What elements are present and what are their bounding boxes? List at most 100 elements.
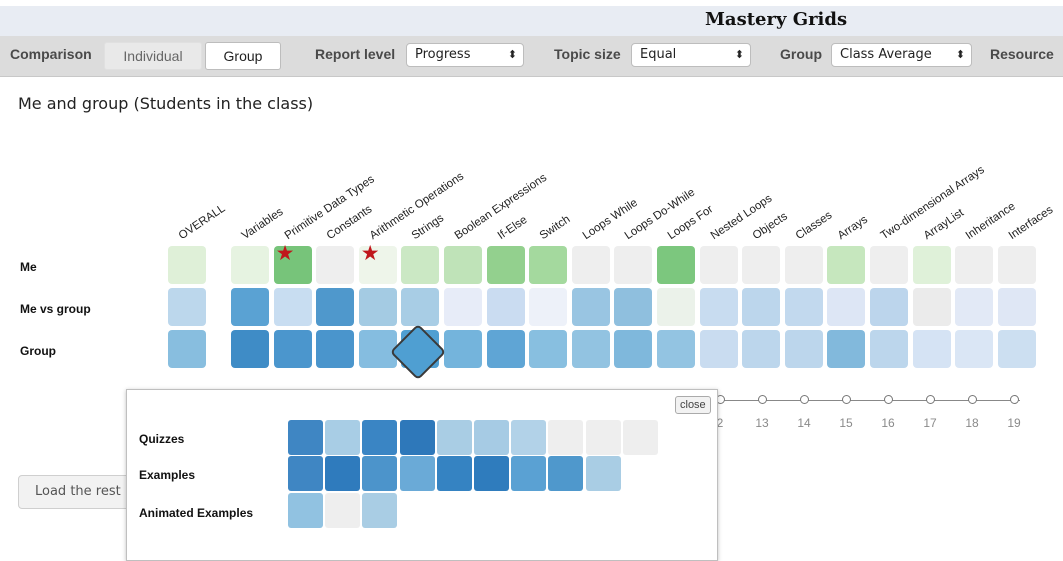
resource-cell[interactable] [325, 493, 361, 528]
resource-cell[interactable] [585, 456, 621, 491]
resource-popup: close Quizzes Examples Animated Examples [126, 389, 718, 561]
timeline-node[interactable] [842, 395, 851, 404]
comparison-individual-button[interactable]: Individual [104, 42, 202, 70]
grid-cell[interactable] [273, 330, 312, 368]
resource-cell[interactable] [399, 420, 435, 455]
resource-cell[interactable] [362, 420, 398, 455]
resource-cell[interactable] [362, 456, 398, 491]
row-label: Group [20, 344, 56, 358]
comparison-group-button[interactable]: Group [205, 42, 281, 70]
resource-cell[interactable] [436, 456, 472, 491]
resource-cell[interactable] [288, 420, 323, 455]
grid-cell[interactable] [231, 288, 269, 326]
grid-cell[interactable] [912, 288, 951, 326]
grid-cell[interactable] [614, 330, 653, 368]
resource-cell[interactable] [511, 456, 547, 491]
grid-cell[interactable] [486, 330, 525, 368]
grid-cell[interactable] [444, 246, 482, 284]
select-arrows-icon: ⬍ [734, 48, 744, 61]
popup-row-label: Examples [139, 468, 196, 482]
resource-cell[interactable] [436, 420, 472, 455]
grid-cell[interactable] [827, 288, 866, 326]
grid-cell[interactable] [870, 288, 908, 326]
grid-cell[interactable] [273, 288, 312, 326]
grid-cell[interactable] [870, 330, 908, 368]
grid-cell[interactable] [955, 330, 994, 368]
grid-cell[interactable] [997, 246, 1036, 284]
grid-cell[interactable] [571, 288, 610, 326]
timeline-node[interactable] [800, 395, 809, 404]
grid-cell[interactable] [827, 246, 866, 284]
grid-cell[interactable] [401, 246, 440, 284]
grid-cell[interactable] [784, 288, 823, 326]
grid-cell[interactable] [231, 330, 269, 368]
grid-cell[interactable] [614, 246, 653, 284]
resource-cell[interactable] [548, 456, 584, 491]
grid-cell[interactable] [231, 246, 269, 284]
grid-cell[interactable] [912, 330, 951, 368]
topic-size-select[interactable]: Equal ⬍ [631, 43, 751, 67]
grid-cell[interactable] [529, 246, 568, 284]
grid-cell[interactable] [168, 246, 206, 284]
timeline-node[interactable] [968, 395, 977, 404]
grid-cell[interactable] [444, 288, 482, 326]
resource-cell[interactable] [399, 456, 435, 491]
resource-cell[interactable] [511, 420, 547, 455]
grid-cell[interactable] [486, 246, 525, 284]
resource-cell[interactable] [288, 493, 323, 528]
resource-cell[interactable] [325, 456, 361, 491]
timeline-node[interactable] [926, 395, 935, 404]
grid-cell[interactable] [827, 330, 866, 368]
grid-cell[interactable] [742, 246, 781, 284]
popup-row-label: Animated Examples [139, 506, 254, 520]
resource-cell[interactable] [325, 420, 361, 455]
grid-cell[interactable] [571, 246, 610, 284]
grid-cell[interactable] [657, 246, 695, 284]
resource-cell[interactable] [362, 493, 398, 528]
grid-cell[interactable] [742, 330, 781, 368]
grid-cell[interactable] [444, 330, 482, 368]
grid-cell[interactable] [955, 246, 994, 284]
grid-cell[interactable] [316, 288, 355, 326]
grid-cell[interactable] [486, 288, 525, 326]
report-level-value: Progress [415, 47, 471, 62]
column-header: OVERALL [176, 202, 228, 243]
grid-cell[interactable] [571, 330, 610, 368]
group-select[interactable]: Class Average ⬍ [831, 43, 972, 67]
grid-cell[interactable] [657, 288, 695, 326]
resource-cell[interactable] [288, 456, 323, 491]
resources-label: Resource [990, 46, 1054, 62]
close-button[interactable]: close [675, 396, 711, 414]
grid-cell[interactable] [168, 288, 206, 326]
grid-cell[interactable] [168, 330, 206, 368]
grid-cell[interactable] [316, 246, 355, 284]
grid-cell[interactable] [955, 288, 994, 326]
resource-cell[interactable] [548, 420, 584, 455]
timeline-node[interactable] [758, 395, 767, 404]
grid-cell[interactable] [997, 288, 1036, 326]
grid-cell[interactable] [699, 288, 738, 326]
grid-cell[interactable] [529, 288, 568, 326]
resource-cell[interactable] [585, 420, 621, 455]
grid-cell[interactable] [784, 246, 823, 284]
grid-cell[interactable] [529, 330, 568, 368]
timeline-node[interactable] [1010, 395, 1019, 404]
timeline-node[interactable] [884, 395, 893, 404]
grid-cell[interactable] [784, 330, 823, 368]
resource-cell[interactable] [474, 456, 509, 491]
grid-cell[interactable] [358, 288, 397, 326]
grid-cell[interactable] [614, 288, 653, 326]
grid-cell[interactable] [401, 288, 440, 326]
grid-cell[interactable] [657, 330, 695, 368]
column-header: Variables [239, 205, 286, 243]
grid-cell[interactable] [742, 288, 781, 326]
resource-cell[interactable] [474, 420, 509, 455]
resource-cell[interactable] [622, 420, 658, 455]
grid-cell[interactable] [912, 246, 951, 284]
report-level-select[interactable]: Progress ⬍ [406, 43, 524, 67]
grid-cell[interactable] [997, 330, 1036, 368]
grid-cell[interactable] [699, 246, 738, 284]
grid-cell[interactable] [870, 246, 908, 284]
grid-cell[interactable] [699, 330, 738, 368]
grid-cell[interactable] [316, 330, 355, 368]
